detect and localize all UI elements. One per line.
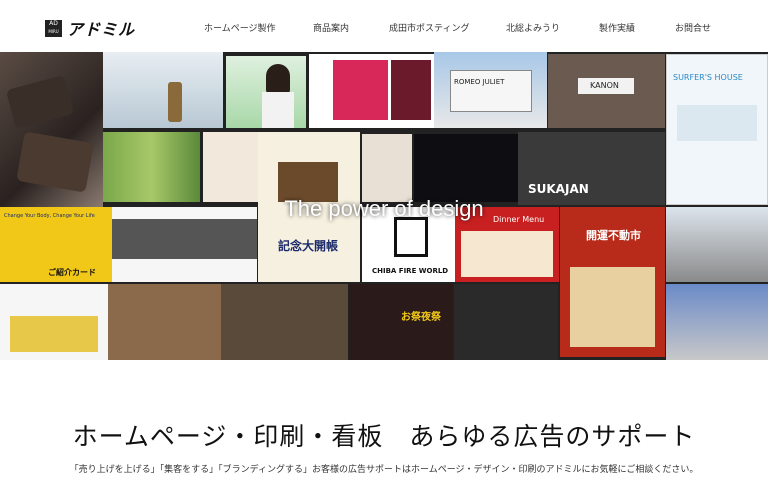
site-header: AD MIRU アドミル ホームページ製作 商品案内 成田市ポスティング 北総よ… [0,0,768,52]
nav-homepage[interactable]: ホームページ製作 [204,21,276,34]
tile-kanon: KANON [548,54,665,128]
tile-fudosan: 開運不動市 [560,207,665,357]
tile-book [362,134,412,202]
page-subline: 「売り上げを上げる」「集客をする」「ブランディングする」お客様の広告サポートはホ… [69,465,699,475]
tile-bamboo [103,132,200,202]
tile-surfers-text: SURFER'S HOUSE [673,73,743,82]
tile-girl [226,56,306,128]
tile-water [103,52,223,128]
tile-sukajan: SUKAJAN [518,132,665,205]
tile-cafe [221,284,348,360]
tile-sukajan-text: SUKAJAN [528,182,589,196]
tile-fireworld-text: CHIBA FIRE WORLD [372,267,449,275]
tile-truck-text: ROMEO JULIET [454,78,505,86]
tile-festival: お祭夜祭 [349,284,453,360]
nav-posting[interactable]: 成田市ポスティング [389,21,469,34]
hero-overlay-text: The power of design [284,196,484,221]
nav-yomiuri[interactable]: 北総よみうり [506,21,560,34]
tile-dark [414,134,518,202]
nav-works[interactable]: 製作実績 [599,21,635,34]
main-nav: ホームページ製作 商品案内 成田市ポスティング 北総よみうり 製作実績 お問合せ [0,21,768,35]
tile-memorial-text: 記念大開帳 [278,239,339,253]
page-headline: ホームページ・印刷・看板 あらゆる広告のサポート [72,422,696,451]
tile-poster-red [309,54,434,128]
tile-kanon-text: KANON [590,81,619,90]
tile-kids [0,284,108,360]
hero-collage: ROMEO JULIET KANON SURFER'S HOUSE 記念大開帳 … [0,52,768,360]
tile-cups [0,52,103,207]
nav-contact[interactable]: お問合せ [675,21,711,34]
tile-products [203,132,259,202]
tile-gym-card-text: ご紹介カード [48,268,96,277]
nav-products[interactable]: 商品案内 [313,21,349,34]
tile-fudosan-text: 開運不動市 [586,229,641,242]
tile-festival-text: お祭夜祭 [401,312,441,323]
tile-shop [454,284,558,360]
tile-building [666,284,768,360]
tile-surfers: SURFER'S HOUSE [666,54,768,205]
tile-interior [108,284,221,360]
tile-truck: ROMEO JULIET [434,52,547,128]
